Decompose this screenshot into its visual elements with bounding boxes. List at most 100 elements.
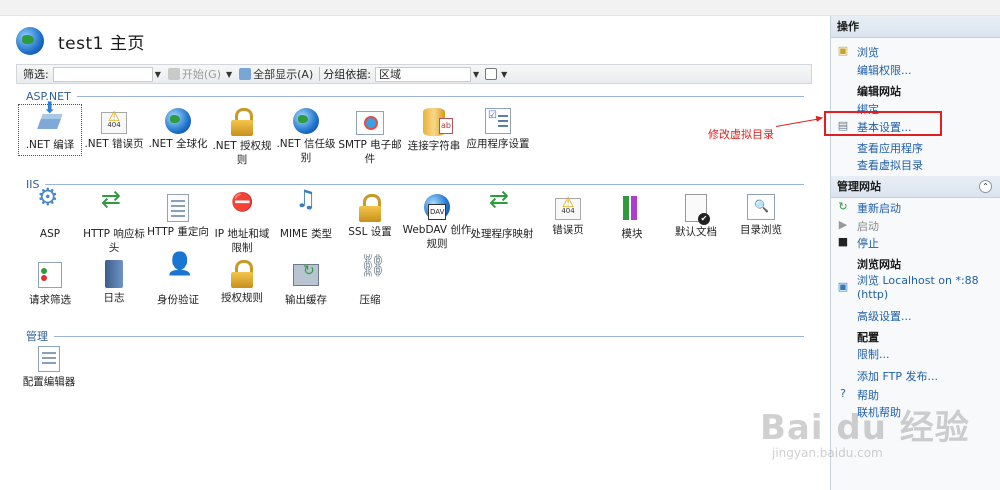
database-icon: [423, 108, 453, 136]
lock-icon: [231, 108, 253, 136]
configure-heading: 配置: [857, 331, 879, 344]
error-page-icon: [101, 110, 127, 134]
action-browse-http[interactable]: (http): [857, 288, 888, 301]
feature-label: 请求筛选: [29, 294, 71, 306]
feature-label: 处理程序映射: [470, 228, 534, 240]
feature-ip-domain-restrictions[interactable]: IP 地址和域限制: [210, 194, 274, 255]
start-button[interactable]: 开始(G): [167, 66, 221, 82]
compression-icon: [355, 260, 387, 290]
feature-compression[interactable]: 压缩: [338, 260, 402, 307]
start-dropdown-icon[interactable]: ▼: [226, 70, 232, 79]
feature-label: 模块: [621, 228, 643, 240]
feature-net-authorization-rules[interactable]: .NET 授权规则: [210, 108, 274, 167]
globe-icon: [165, 108, 191, 134]
feature-label: ASP: [39, 228, 61, 240]
ssl-lock-icon: [359, 194, 381, 222]
feature-label: MIME 类型: [279, 228, 333, 240]
manage-site-pane-title: 管理网站 ⌃: [831, 176, 1000, 198]
feature-net-compilation[interactable]: .NET 编译: [18, 101, 82, 156]
action-restart[interactable]: 重新启动: [857, 200, 901, 216]
action-browse[interactable]: 浏览: [857, 44, 879, 60]
feature-ssl-settings[interactable]: SSL 设置: [338, 194, 402, 239]
filter-label: 筛选:: [23, 68, 49, 81]
action-add-ftp-publishing[interactable]: 添加 FTP 发布...: [857, 368, 938, 384]
annotation-text: 修改虚拟目录: [708, 128, 774, 141]
collapse-icon[interactable]: ⌃: [979, 180, 992, 193]
action-stop[interactable]: 停止: [857, 235, 879, 251]
config-editor-icon: [38, 346, 60, 372]
action-limits[interactable]: 限制...: [857, 346, 890, 362]
filter-input[interactable]: [52, 66, 153, 82]
action-start[interactable]: 启动: [857, 218, 879, 234]
start-label: 开始(G): [181, 68, 221, 81]
feature-error-pages[interactable]: 错误页: [536, 194, 600, 237]
feature-smtp-email[interactable]: SMTP 电子邮件: [338, 108, 402, 166]
start-icon: ▶: [838, 218, 848, 231]
log-icon: [105, 260, 123, 288]
show-all-button[interactable]: 全部显示(A): [239, 66, 313, 82]
feature-default-document[interactable]: 默认文档: [664, 194, 728, 239]
feature-http-response-headers[interactable]: HTTP 响应标头: [82, 192, 146, 255]
feature-logging[interactable]: 日志: [82, 260, 146, 305]
feature-asp[interactable]: ASP: [18, 190, 82, 241]
feature-label: .NET 错误页: [84, 138, 144, 150]
trust-globe-icon: [293, 108, 319, 134]
watermark-brand: Bai du 经验: [760, 408, 970, 448]
watermark-url: jingyan.baidu.com: [772, 446, 883, 460]
action-advanced-settings[interactable]: 高级设置...: [857, 308, 912, 324]
feature-output-caching[interactable]: 输出缓存: [274, 260, 338, 307]
email-icon: [356, 111, 384, 135]
feature-label: .NET 全球化: [148, 138, 208, 150]
feature-webdav-authoring-rules[interactable]: WebDAV 创作规则: [402, 194, 472, 251]
feature-label: 身份验证: [157, 294, 199, 306]
feature-configuration-editor[interactable]: 配置编辑器: [16, 346, 82, 389]
feature-http-redirect[interactable]: HTTP 重定向: [146, 194, 210, 239]
section-aspnet: ASP.NET: [26, 90, 804, 103]
modules-icon: [617, 194, 647, 224]
directory-browse-icon: [747, 194, 775, 220]
group-by-select[interactable]: 区域: [374, 66, 471, 82]
group-by-label: 分组依据:: [323, 68, 371, 81]
action-browse-localhost[interactable]: 浏览 Localhost on *:88: [857, 272, 979, 288]
redirect-icon: [167, 194, 189, 222]
show-all-label: 全部显示(A): [253, 68, 314, 81]
browse-icon: ▣: [837, 44, 849, 57]
view-mode-icon[interactable]: [485, 68, 498, 80]
toolbar-separator: [319, 67, 321, 81]
feature-label: WebDAV 创作规则: [402, 224, 472, 250]
page-title: test1 主页: [58, 33, 145, 54]
feature-authorization-rules[interactable]: 授权规则: [210, 260, 274, 305]
feature-net-trust-levels[interactable]: .NET 信任级别: [274, 108, 338, 165]
net-compilation-icon: [35, 101, 65, 135]
actions-pane-title: 操作: [831, 16, 1000, 38]
feature-net-globalization[interactable]: .NET 全球化: [146, 108, 210, 151]
help-icon: ?: [840, 387, 846, 400]
feature-label: IP 地址和域限制: [214, 228, 270, 254]
start-icon: [167, 68, 180, 80]
group-by-dropdown-icon[interactable]: ▼: [473, 70, 479, 79]
feature-label: HTTP 响应标头: [83, 228, 145, 254]
user-icon: [163, 258, 193, 290]
feature-directory-browsing[interactable]: 目录浏览: [728, 194, 794, 237]
feature-label: 连接字符串: [407, 140, 461, 152]
feature-label: 输出缓存: [285, 294, 327, 306]
feature-label: 错误页: [552, 224, 584, 236]
feature-mime-types[interactable]: MIME 类型: [274, 192, 338, 241]
feature-app-settings[interactable]: 应用程序设置: [466, 108, 530, 151]
feature-label: .NET 授权规则: [212, 140, 272, 166]
action-view-virtual-directories[interactable]: 查看虚拟目录: [857, 157, 923, 173]
action-view-applications[interactable]: 查看应用程序: [857, 140, 923, 156]
section-management: 管理: [26, 328, 804, 344]
view-mode-dropdown-icon[interactable]: ▼: [501, 70, 507, 79]
feature-modules[interactable]: 模块: [600, 194, 664, 241]
feature-net-error-pages[interactable]: .NET 错误页: [82, 108, 146, 151]
feature-request-filtering[interactable]: 请求筛选: [18, 260, 82, 307]
webdav-icon: [424, 194, 450, 220]
default-document-icon: [685, 194, 710, 225]
feature-handler-mappings[interactable]: 处理程序映射: [470, 192, 534, 241]
feature-connection-strings[interactable]: 连接字符串: [402, 108, 466, 153]
action-edit-permissions[interactable]: 编辑权限...: [857, 62, 912, 78]
page-header: test1 主页: [16, 24, 145, 58]
feature-authentication[interactable]: 身份验证: [146, 258, 210, 307]
filter-dropdown-icon[interactable]: ▼: [155, 70, 161, 79]
